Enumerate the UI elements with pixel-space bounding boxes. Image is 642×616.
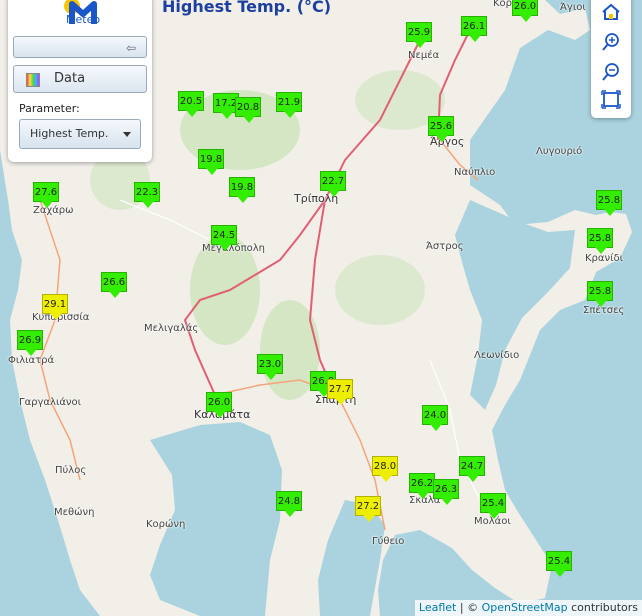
leaflet-link[interactable]: Leaflet [419, 601, 456, 614]
station-marker[interactable]: 25.6 [428, 116, 454, 142]
zoom-in-icon[interactable] [597, 30, 625, 54]
place-label: Λεωνίδιο [474, 350, 520, 361]
map-zoom-controls [591, 0, 631, 118]
osm-link[interactable]: OpenStreetMap [482, 601, 568, 614]
place-label: Νεμέα [408, 50, 440, 61]
station-marker[interactable]: 26.6 [101, 272, 127, 298]
station-marker[interactable]: 22.7 [320, 171, 346, 197]
fullscreen-icon[interactable] [597, 88, 625, 112]
station-marker[interactable]: 24.0 [422, 405, 448, 431]
attribution-separator: | © [456, 601, 482, 614]
station-marker[interactable]: 22.3 [134, 182, 160, 208]
chevron-down-icon [123, 132, 131, 137]
data-button-label: Data [54, 71, 86, 86]
parameter-select[interactable]: Highest Temp. [19, 119, 141, 149]
station-marker[interactable]: 25.8 [596, 190, 622, 216]
map-title: Highest Temp. (°C) [162, 0, 332, 16]
place-label: Μελιγαλάς [144, 323, 199, 334]
data-palette-icon [26, 73, 40, 87]
map-attribution: Leaflet | © OpenStreetMap contributors [414, 600, 642, 616]
station-marker[interactable]: 25.4 [546, 551, 572, 577]
place-label: Άγιοι [560, 2, 586, 13]
place-label: Κορώνη [146, 519, 186, 530]
station-marker[interactable]: 20.5 [178, 91, 204, 117]
station-marker[interactable]: 27.6 [33, 182, 59, 208]
station-marker[interactable]: 26.0 [206, 392, 232, 418]
station-marker[interactable]: 25.8 [587, 281, 613, 307]
data-button[interactable]: Data [13, 65, 147, 93]
place-label: Γύθειο [372, 536, 405, 547]
place-label: Φιλιατρά [8, 355, 55, 366]
place-label: Άστρος [426, 241, 464, 252]
parameter-select-value: Highest Temp. [30, 127, 109, 140]
back-arrow-icon: ⇦ [125, 41, 136, 55]
zoom-out-icon[interactable] [597, 60, 625, 84]
attribution-suffix: contributors [567, 601, 638, 614]
station-marker[interactable]: 25.4 [480, 493, 506, 519]
parameter-label: Parameter: [19, 102, 80, 115]
station-marker[interactable]: 20.8 [235, 97, 261, 123]
place-label: Μεθώνη [54, 507, 95, 518]
station-marker[interactable]: 26.2 [409, 473, 435, 499]
home-icon[interactable] [597, 0, 625, 24]
place-label: Ναύπλιο [454, 167, 496, 178]
station-marker[interactable]: 28.0 [372, 456, 398, 482]
station-marker[interactable]: 29.1 [42, 294, 68, 320]
place-label: Πύλος [55, 465, 87, 476]
station-marker[interactable]: 19.8 [229, 177, 255, 203]
station-marker[interactable]: 26.0 [512, 0, 538, 22]
station-marker[interactable]: 19.8 [198, 149, 224, 175]
place-label: Κρανίδι [585, 253, 623, 264]
logo-text: Meteo [66, 13, 101, 26]
station-marker[interactable]: 26.9 [17, 330, 43, 356]
station-marker[interactable]: 27.7 [327, 379, 353, 405]
control-panel: Meteo ⇦ Data Parameter: Highest Temp. [8, 0, 152, 162]
station-marker[interactable]: 27.2 [355, 496, 381, 522]
station-marker[interactable]: 25.8 [587, 228, 613, 254]
station-marker[interactable]: 26.3 [433, 479, 459, 505]
station-marker[interactable]: 23.0 [257, 354, 283, 380]
station-marker[interactable]: 24.5 [211, 225, 237, 251]
station-marker[interactable]: 24.7 [459, 456, 485, 482]
place-label: Γαργαλιάνοι [19, 397, 82, 408]
place-label: Λυγουριό [536, 146, 583, 157]
station-marker[interactable]: 21.9 [276, 92, 302, 118]
station-marker[interactable]: 26.1 [461, 16, 487, 42]
station-marker[interactable]: 25.9 [406, 22, 432, 48]
station-marker[interactable]: 24.8 [276, 491, 302, 517]
back-button[interactable]: ⇦ [13, 36, 147, 58]
place-label: Ζαχάρω [33, 205, 74, 216]
